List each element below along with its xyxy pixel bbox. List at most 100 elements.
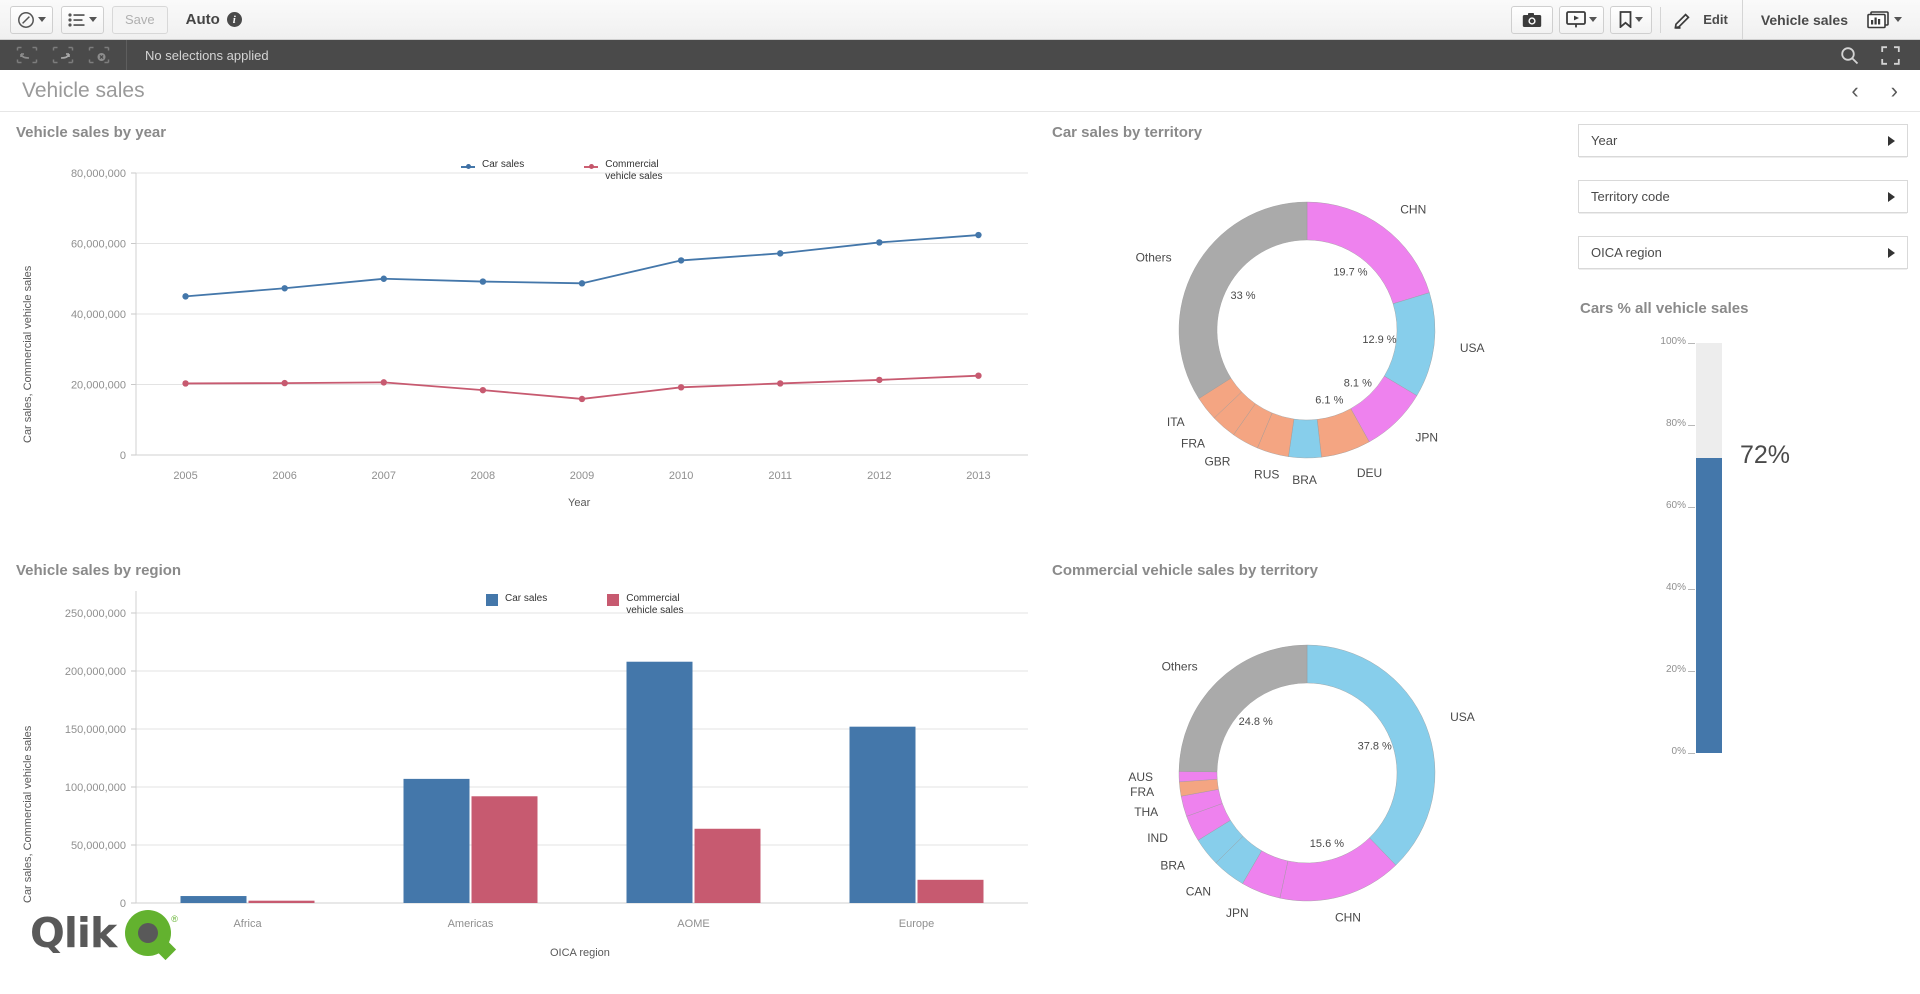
legend-label: Car sales — [482, 159, 525, 170]
line-chart-legend: Car sales Commercial vehicle sales — [461, 159, 680, 182]
bar-chart-y-tick: 50,000,000 — [71, 840, 126, 852]
donut-label-THA: THA — [1134, 805, 1158, 819]
snapshot-button[interactable] — [1511, 5, 1554, 34]
data-point[interactable] — [677, 257, 685, 264]
info-icon[interactable]: i — [226, 12, 242, 27]
bar-commercial-sales[interactable] — [471, 796, 538, 903]
line-chart-object[interactable]: Vehicle sales by year Car sales Commerci… — [6, 116, 1036, 546]
storytelling-button[interactable] — [1559, 5, 1605, 34]
present-icon — [1566, 11, 1587, 28]
filter-pane-label: Year — [1591, 133, 1618, 148]
data-point[interactable] — [281, 379, 288, 387]
data-point[interactable] — [479, 278, 487, 285]
donut-slice-USA[interactable] — [1306, 644, 1436, 866]
commercial-sales-donut-object[interactable]: Commercial vehicle sales by territory US… — [1042, 554, 1572, 994]
gauge-tick-label: 40% — [1665, 582, 1686, 593]
filter-pane-label: Territory code — [1591, 189, 1670, 204]
next-sheet-button[interactable]: › — [1891, 79, 1898, 102]
step-forward-icon[interactable] — [52, 46, 74, 64]
data-point[interactable] — [578, 280, 586, 287]
car-sales-donut-object[interactable]: Car sales by territory CHN 19.7 % USA 12.9 … — [1042, 116, 1572, 546]
gauge-plot[interactable]: 72% 0% 20% 40% 60% 80% 100% — [1578, 321, 1908, 791]
legend-label: Car sales — [505, 593, 548, 604]
line-chart-y-tick: 60,000,000 — [71, 239, 126, 251]
filter-pane-territory-code[interactable]: Territory code — [1578, 180, 1908, 213]
line-chart-x-tick: 2006 — [272, 470, 296, 482]
line-series-commercial-sales — [185, 374, 979, 400]
data-point[interactable] — [479, 386, 487, 394]
donut-slice-BRA[interactable] — [1288, 418, 1322, 459]
filter-pane-group: Year Territory code OICA region — [1578, 116, 1908, 292]
gauge-tick-mark — [1688, 671, 1695, 672]
bar-chart-title: Vehicle sales by region — [16, 562, 182, 579]
bar-commercial-sales[interactable] — [694, 828, 761, 903]
data-point[interactable] — [380, 379, 387, 386]
sheet-navigation: ‹ › — [1851, 79, 1898, 102]
fullscreen-icon[interactable] — [1881, 45, 1900, 65]
filter-pane-year[interactable]: Year — [1578, 124, 1908, 157]
donut-label-USA: USA — [1450, 710, 1475, 724]
data-point[interactable] — [182, 293, 189, 300]
data-point[interactable] — [281, 285, 288, 292]
gauge-tick-mark — [1688, 425, 1695, 426]
donut-label-USA: USA — [1460, 341, 1485, 355]
data-point[interactable] — [975, 372, 982, 379]
donut-label-FRA: FRA — [1130, 785, 1154, 799]
bar-car-sales[interactable] — [626, 661, 693, 903]
line-chart-x-tick: 2010 — [669, 470, 693, 482]
legend-item-car-sales[interactable]: Car sales — [486, 593, 547, 616]
edit-sheet-button[interactable]: Edit — [1663, 0, 1742, 39]
sheet-picker-group[interactable] — [1866, 10, 1916, 29]
data-point[interactable] — [380, 275, 387, 282]
donut-slice-Others[interactable] — [1178, 644, 1308, 773]
square-marker-icon — [486, 594, 498, 606]
toolbar-right-group: Edit Vehicle sales — [1511, 0, 1920, 39]
bookmarks-button[interactable] — [1610, 5, 1653, 34]
data-point[interactable] — [777, 380, 784, 387]
previous-sheet-button[interactable]: ‹ — [1851, 79, 1858, 102]
legend-item-commercial-sales[interactable]: Commercial vehicle sales — [607, 593, 701, 616]
trademark-symbol: ® — [171, 914, 178, 924]
gauge-object[interactable]: Cars % all vehicle sales 72% 0% 20% 40% 60%… — [1578, 292, 1908, 792]
save-button[interactable]: Save — [112, 5, 168, 34]
filter-pane-oica-region[interactable]: OICA region — [1578, 236, 1908, 269]
data-point[interactable] — [876, 376, 883, 384]
bar-chart-y-tick: 200,000,000 — [65, 666, 126, 678]
line-chart-x-tick: 2011 — [768, 470, 792, 482]
chevron-down-icon — [1635, 17, 1644, 22]
bar-chart-x-tick: AOME — [677, 918, 709, 930]
line-chart-x-tick: 2007 — [372, 470, 396, 482]
sheet-list-button[interactable] — [61, 5, 104, 34]
donut-slice-CHN[interactable] — [1306, 201, 1430, 304]
bar-car-sales[interactable] — [403, 778, 470, 903]
chevron-down-icon — [1589, 17, 1598, 22]
search-icon[interactable] — [1840, 46, 1859, 65]
data-point[interactable] — [777, 250, 784, 257]
line-chart-plot[interactable]: Car sales Commercial vehicle sales Car s… — [6, 145, 1036, 535]
selection-bar: No selections applied — [0, 40, 1920, 70]
donut-value-USA: 37.8 % — [1358, 741, 1392, 753]
bar-commercial-sales[interactable] — [917, 879, 984, 903]
line-marker-icon — [461, 160, 475, 174]
navigation-menu-button[interactable] — [10, 5, 53, 34]
step-back-icon[interactable] — [16, 46, 38, 64]
clear-selections-icon[interactable] — [88, 46, 110, 64]
data-point[interactable] — [182, 380, 189, 387]
qlik-q-mark-icon — [125, 910, 177, 961]
car-donut-plot[interactable]: CHN 19.7 % USA 12.9 % JPN 8.1 % DEU 6.1 % BRA RUS… — [1042, 145, 1572, 540]
bar-car-sales[interactable] — [180, 896, 247, 903]
reload-mode-label: Auto — [185, 11, 220, 28]
legend-item-car-sales[interactable]: Car sales — [461, 159, 524, 182]
gauge-tick-label: 80% — [1665, 418, 1686, 429]
legend-item-commercial-sales[interactable]: Commercial vehicle sales — [584, 159, 680, 182]
gauge-tick-mark — [1688, 343, 1695, 344]
chevron-right-icon — [1888, 247, 1895, 258]
data-point[interactable] — [578, 395, 586, 403]
data-point[interactable] — [876, 239, 883, 246]
data-point[interactable] — [975, 231, 982, 239]
data-point[interactable] — [677, 384, 685, 391]
commercial-donut-plot[interactable]: USA 37.8 % CHN 15.6 % JPN CAN BRA IND THA FRA AUS O… — [1042, 583, 1572, 983]
selection-status: No selections applied — [145, 47, 269, 63]
bar-commercial-sales[interactable] — [248, 900, 315, 903]
bar-car-sales[interactable] — [849, 726, 916, 903]
